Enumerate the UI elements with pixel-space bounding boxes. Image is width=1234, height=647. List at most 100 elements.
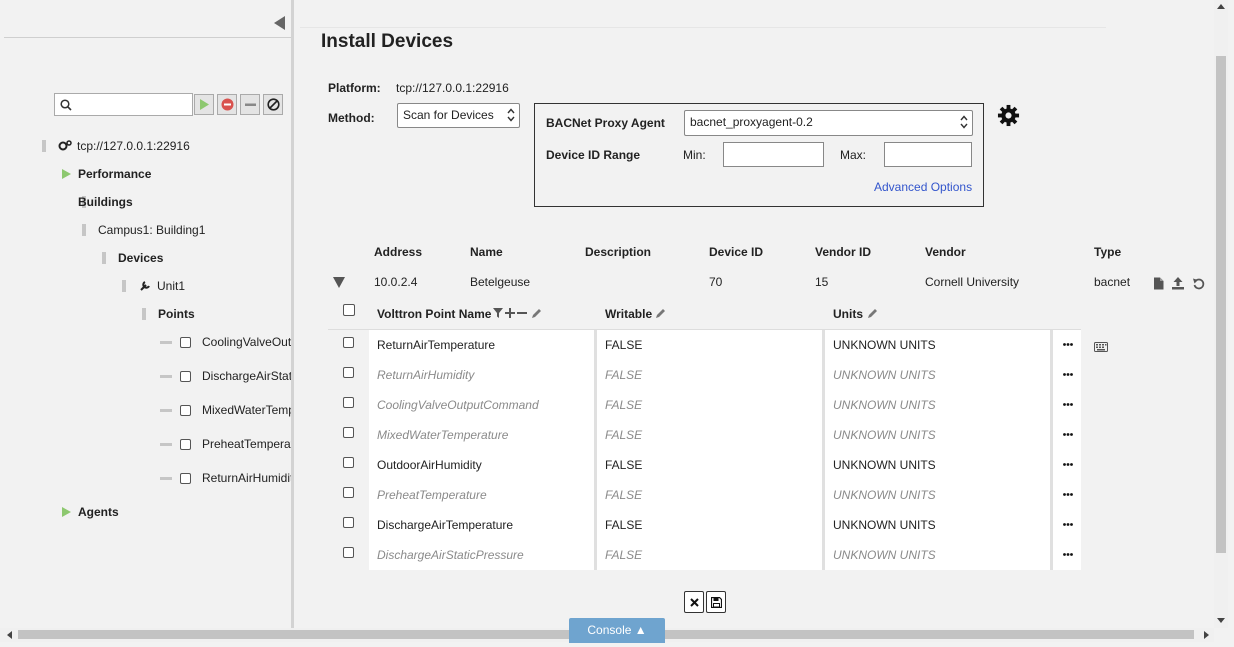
save-button[interactable] xyxy=(706,591,726,613)
tree-buildings[interactable]: Buildings xyxy=(78,195,133,209)
units-cell[interactable]: UNKNOWN UNITS xyxy=(833,338,936,352)
cancel-button[interactable] xyxy=(684,591,704,613)
tree-connector xyxy=(42,140,46,152)
max-input[interactable] xyxy=(884,142,972,167)
more-options-icon[interactable] xyxy=(1063,343,1073,346)
edit-pencil-icon[interactable] xyxy=(532,308,542,318)
writable-cell[interactable]: FALSE xyxy=(605,428,642,442)
point-checkbox[interactable] xyxy=(180,473,191,484)
point-name-cell[interactable]: ReturnAirTemperature xyxy=(377,338,495,352)
proxy-select[interactable]: bacnet_proxyagent-0.2 xyxy=(684,110,973,136)
units-cell[interactable]: UNKNOWN UNITS xyxy=(833,518,936,532)
more-options-icon[interactable] xyxy=(1063,523,1073,526)
select-all-checkbox[interactable] xyxy=(343,304,355,316)
writable-cell[interactable]: FALSE xyxy=(605,368,642,382)
tree-point-item[interactable]: ReturnAirHumidity xyxy=(202,471,291,485)
units-cell[interactable]: UNKNOWN UNITS xyxy=(833,548,936,562)
units-cell[interactable]: UNKNOWN UNITS xyxy=(833,488,936,502)
units-cell[interactable]: UNKNOWN UNITS xyxy=(833,458,936,472)
more-options-icon[interactable] xyxy=(1063,463,1073,466)
min-label: Min: xyxy=(683,148,706,162)
units-cell[interactable]: UNKNOWN UNITS xyxy=(833,398,936,412)
point-checkbox[interactable] xyxy=(180,439,191,450)
point-name-cell[interactable]: DischargeAirStaticPressure xyxy=(377,548,524,562)
expand-performance-icon[interactable] xyxy=(62,169,71,179)
edit-pencil-icon[interactable] xyxy=(656,308,666,318)
point-checkbox[interactable] xyxy=(180,371,191,382)
filter-clear-button[interactable] xyxy=(263,94,283,115)
col-address: Address xyxy=(374,245,423,259)
advanced-options-link[interactable]: Advanced Options xyxy=(874,180,972,194)
tree-performance[interactable]: Performance xyxy=(78,167,151,181)
point-name-cell[interactable]: CoolingValveOutputCommand xyxy=(377,398,539,412)
keyboard-icon[interactable] xyxy=(1094,342,1108,352)
more-options-icon[interactable] xyxy=(1063,493,1073,496)
add-column-icon[interactable] xyxy=(505,308,515,318)
scroll-left-icon[interactable] xyxy=(7,631,12,639)
collapse-device-icon[interactable] xyxy=(333,277,345,288)
undo-icon[interactable] xyxy=(1192,277,1205,290)
units-cell[interactable]: UNKNOWN UNITS xyxy=(833,368,936,382)
row-checkbox[interactable] xyxy=(343,367,354,378)
file-icon[interactable] xyxy=(1153,277,1164,290)
filter-icon[interactable] xyxy=(493,308,503,318)
scroll-up-icon[interactable] xyxy=(1217,4,1225,9)
upload-icon[interactable] xyxy=(1171,276,1185,290)
min-input[interactable] xyxy=(723,142,824,167)
point-checkbox[interactable] xyxy=(180,405,191,416)
row-checkbox[interactable] xyxy=(343,487,354,498)
row-checkbox[interactable] xyxy=(343,427,354,438)
filter-play-button[interactable] xyxy=(194,94,214,115)
tree-point-item[interactable]: CoolingValveOutputCommand xyxy=(202,335,291,349)
writable-cell[interactable]: FALSE xyxy=(605,488,642,502)
writable-cell[interactable]: FALSE xyxy=(605,548,642,562)
point-name-cell[interactable]: DischargeAirTemperature xyxy=(377,518,513,532)
more-options-icon[interactable] xyxy=(1063,403,1073,406)
point-checkbox[interactable] xyxy=(180,337,191,348)
tree-point-item[interactable]: DischargeAirStaticPressure xyxy=(202,369,291,383)
filter-minus-button[interactable] xyxy=(240,94,260,115)
filter-stop-button[interactable] xyxy=(217,94,237,115)
row-checkbox[interactable] xyxy=(343,457,354,468)
expand-agents-icon[interactable] xyxy=(62,507,71,517)
point-name-cell[interactable]: MixedWaterTemperature xyxy=(377,428,508,442)
point-name-cell[interactable]: PreheatTemperature xyxy=(377,488,487,502)
scroll-right-icon[interactable] xyxy=(1204,631,1209,639)
tree-point-item[interactable]: MixedWaterTemperature xyxy=(202,403,291,417)
point-name-cell[interactable]: OutdoorAirHumidity xyxy=(377,458,482,472)
tree-agents[interactable]: Agents xyxy=(78,505,119,519)
point-name-cell[interactable]: ReturnAirHumidity xyxy=(377,368,474,382)
writable-cell[interactable]: FALSE xyxy=(605,398,642,412)
vertical-scroll-thumb[interactable] xyxy=(1216,56,1226,553)
units-cell[interactable]: UNKNOWN UNITS xyxy=(833,428,936,442)
tree-platform[interactable]: tcp://127.0.0.1:22916 xyxy=(77,139,190,153)
tree-point-item[interactable]: PreheatTemperature xyxy=(202,437,291,451)
console-toggle-button[interactable]: Console ▲ xyxy=(569,618,665,643)
method-select[interactable]: Scan for Devices xyxy=(397,103,520,128)
collapse-sidebar-icon[interactable] xyxy=(274,16,285,30)
more-options-icon[interactable] xyxy=(1063,373,1073,376)
tree-points[interactable]: Points xyxy=(158,307,195,321)
remove-column-icon[interactable] xyxy=(517,308,527,318)
more-options-icon[interactable] xyxy=(1063,553,1073,556)
tree-connector xyxy=(82,224,86,236)
row-checkbox[interactable] xyxy=(343,397,354,408)
row-checkbox[interactable] xyxy=(343,517,354,528)
panel-splitter[interactable] xyxy=(291,0,294,628)
row-checkbox[interactable] xyxy=(343,547,354,558)
writable-cell[interactable]: FALSE xyxy=(605,338,642,352)
tree-building[interactable]: Campus1: Building1 xyxy=(98,223,205,237)
settings-gear-icon[interactable] xyxy=(997,104,1020,127)
writable-cell[interactable]: FALSE xyxy=(605,458,642,472)
tree-devices[interactable]: Devices xyxy=(118,251,163,265)
more-options-icon[interactable] xyxy=(1063,433,1073,436)
row-checkbox[interactable] xyxy=(343,337,354,348)
writable-cell[interactable]: FALSE xyxy=(605,518,642,532)
tree-unit[interactable]: Unit1 xyxy=(157,279,185,293)
search-input[interactable] xyxy=(75,96,189,113)
minus-icon xyxy=(245,103,256,106)
scroll-down-icon[interactable] xyxy=(1217,618,1225,623)
tree-connector xyxy=(122,280,126,292)
edit-pencil-icon[interactable] xyxy=(868,308,878,318)
search-field[interactable] xyxy=(54,93,193,116)
